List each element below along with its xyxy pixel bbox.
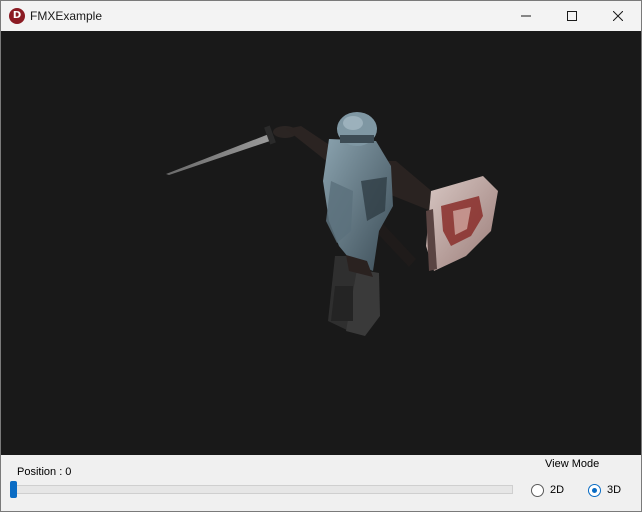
controls-panel: Position : 0 View Mode 2D 3D (1, 455, 641, 511)
minimize-button[interactable] (503, 1, 549, 31)
radio-2d[interactable] (531, 484, 544, 497)
helmet-shape (337, 112, 377, 146)
radio-2d-label[interactable]: 2D (550, 484, 564, 496)
title-bar[interactable]: D FMXExample (1, 1, 641, 31)
position-slider-thumb[interactable] (10, 481, 17, 498)
position-slider-track[interactable] (11, 485, 513, 494)
maximize-button[interactable] (549, 1, 595, 31)
torso-shape (323, 139, 393, 277)
view-mode-label: View Mode (545, 458, 600, 470)
close-button[interactable] (595, 1, 641, 31)
radio-3d-label[interactable]: 3D (607, 484, 621, 496)
app-window: D FMXExample Position: 0 View Mode 2D 3… (0, 0, 642, 512)
app-icon-letter: D (12, 10, 22, 21)
window-title: FMXExample (30, 9, 103, 23)
shield-shape (426, 176, 498, 271)
position-label: Position : 0 (17, 466, 72, 478)
knight-model (166, 112, 498, 336)
maximize-icon (567, 11, 577, 21)
3d-viewport[interactable] (1, 31, 641, 455)
app-icon[interactable]: D (9, 8, 25, 24)
minimize-icon (521, 15, 531, 17)
close-icon (613, 11, 623, 21)
radio-3d[interactable] (588, 484, 601, 497)
sword-shape (166, 125, 297, 175)
